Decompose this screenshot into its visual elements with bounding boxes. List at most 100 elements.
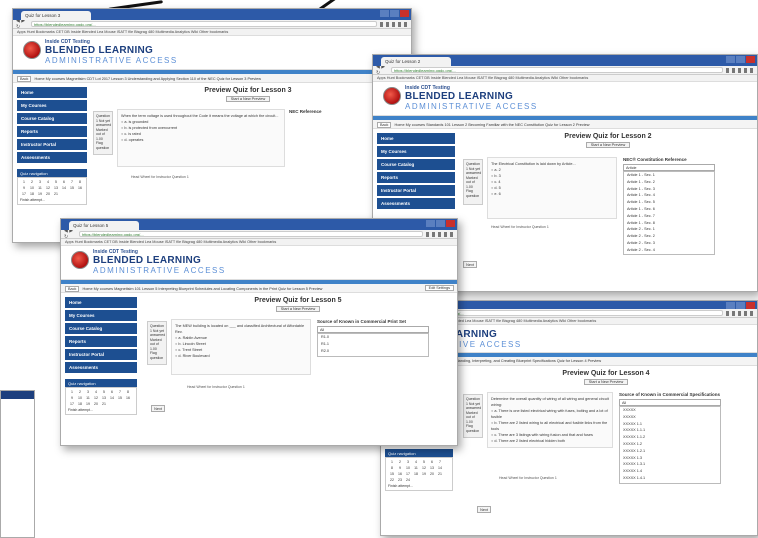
question-info: Question 1 Not yet answered Marked out o…: [463, 159, 483, 205]
finish-attempt-link[interactable]: Finish attempt...: [388, 484, 450, 488]
quiz-nav-header: Quiz navigation: [65, 379, 137, 387]
sidebar-item-course-catalog[interactable]: Course Catalog: [377, 159, 455, 170]
reference-panel: NEC Reference: [289, 109, 369, 114]
close-icon[interactable]: [746, 56, 755, 63]
reference-select[interactable]: All: [619, 399, 721, 406]
maximize-icon[interactable]: [736, 56, 745, 63]
reference-panel: NEC® Constitution Reference Article Arti…: [623, 157, 715, 255]
main-content: Preview Quiz for Lesson 3 Start a New Pr…: [93, 87, 403, 102]
next-button[interactable]: Next: [151, 405, 165, 412]
next-button[interactable]: Next: [477, 506, 491, 513]
reference-select[interactable]: Article: [623, 164, 715, 171]
maximize-icon[interactable]: [736, 302, 745, 309]
answer-option[interactable]: ○ d. River Boulevard: [175, 353, 307, 359]
close-icon[interactable]: [446, 220, 455, 227]
answer-option[interactable]: ○ e. 6: [491, 191, 613, 197]
start-preview-button[interactable]: Start a New Preview: [276, 306, 320, 312]
sidebar-item-assessments[interactable]: Assessments: [65, 362, 137, 373]
address-bar[interactable]: https://blendedlearning.ogdc.org/...: [391, 67, 723, 73]
browser-window-lesson-3: Quiz for Lesson 3 ◀ ▶ ↻ https://blendedle…: [12, 8, 412, 243]
sidebar-item-course-catalog[interactable]: Course Catalog: [17, 113, 87, 124]
browser-tab[interactable]: Quiz for Lesson 5: [69, 221, 139, 230]
address-bar[interactable]: https://blendedlearning.ogdc.org/...: [79, 231, 423, 237]
question-nav[interactable]: Head Wheel for Instructor Question 1: [491, 225, 551, 230]
question-box: The MEW building is located on ___ and c…: [171, 319, 311, 375]
site-banner: Inside CDT Testing BLENDED LEARNING ADMI…: [13, 36, 411, 70]
question-nav[interactable]: Head Wheel for Instructor Question 1: [131, 175, 191, 180]
quiz-nav-grid[interactable]: 1 2 3 4 5 6 78 9 10 11 12 13 1415 16 17 18 19 20 2122 23 24 …: [385, 457, 453, 491]
extensions-icons[interactable]: [380, 21, 408, 27]
maximize-icon[interactable]: [390, 10, 399, 17]
reference-list[interactable]: XXXXX XXXXX XXXXX 1.1 XXXXX 1.1.1 XXXXX 1.1.…: [619, 406, 721, 484]
sidebar-item-home[interactable]: Home: [65, 297, 137, 308]
browser-tab[interactable]: Quiz for Lesson 3: [21, 11, 91, 20]
breadcrumb[interactable]: Back Home My courses Standards 101 Lesson…: [373, 120, 757, 129]
minimize-icon[interactable]: [726, 302, 735, 309]
logo-icon: [23, 41, 41, 59]
question-nav[interactable]: Head Wheel for Instructor Question 1: [499, 476, 559, 481]
sidebar-item-home[interactable]: Home: [17, 87, 87, 98]
sidebar-item-instructor-portal[interactable]: Instructor Portal: [377, 185, 455, 196]
page-title: Preview Quiz for Lesson 5: [254, 297, 342, 304]
reference-list[interactable]: R1.0 R1.1 R2.0: [317, 333, 429, 357]
reference-panel: Source of Known in Commercial Specificat…: [619, 392, 721, 484]
sidebar-item-instructor-portal[interactable]: Instructor Portal: [65, 349, 137, 360]
close-icon[interactable]: [400, 10, 409, 17]
question-text: Determine the overall quantity of wiring…: [491, 397, 609, 407]
bookmarks-bar[interactable]: Apps Hunt Bookmarks CET DB Inside Blende…: [13, 29, 411, 36]
sidebar-item-reports[interactable]: Reports: [377, 172, 455, 183]
answer-option[interactable]: ○ d. operates: [121, 137, 281, 143]
answer-option[interactable]: ○ d. There are 2 listed electrical hidde…: [491, 438, 609, 444]
back-button[interactable]: Back: [377, 122, 392, 128]
sidebar-item-assessments[interactable]: Assessments: [377, 198, 455, 209]
brand-title: BLENDED LEARNING: [45, 45, 154, 56]
back-button[interactable]: Back: [65, 286, 80, 292]
sidebar-item-course-catalog[interactable]: Course Catalog: [65, 323, 137, 334]
extensions-icons[interactable]: [426, 231, 454, 237]
site-banner: Inside CDT Testing BLENDED LEARNING ADMI…: [61, 246, 457, 280]
brand-title: BLENDED LEARNING: [93, 255, 202, 266]
reference-select[interactable]: All: [317, 326, 429, 333]
sidebar-item-assessments[interactable]: Assessments: [17, 152, 87, 163]
answer-option[interactable]: ○ a. There is one listed electrical wiri…: [491, 408, 609, 420]
maximize-icon[interactable]: [436, 220, 445, 227]
breadcrumb[interactable]: Back Home My courses Magnetisim CDT Lot 2…: [13, 74, 411, 83]
sidebar-item-instructor-portal[interactable]: Instructor Portal: [17, 139, 87, 150]
sidebar-item-reports[interactable]: Reports: [17, 126, 87, 137]
reference-title: NEC® Constitution Reference: [623, 157, 687, 162]
brand-tagline: ADMINISTRATIVE ACCESS: [45, 56, 178, 65]
back-button[interactable]: Back: [17, 76, 32, 82]
reference-list[interactable]: Article 1 - Sec. 1 Article 1 - Sec. 2 Arti…: [623, 171, 715, 255]
quiz-nav-grid[interactable]: 1 2 3 4 5 6 7 89 10 11 12 13 14 15 1617 18 19 20 21 Finish…: [65, 387, 137, 415]
breadcrumb[interactable]: Back Home My courses Magnetisim 101 Lesso…: [61, 284, 457, 293]
question-info: Question 1 Not yet answered Marked out o…: [147, 321, 167, 365]
sidebar-item-my-courses[interactable]: My Courses: [65, 310, 137, 321]
edit-settings-button[interactable]: Edit Settings: [424, 285, 454, 291]
sidebar-item-home[interactable]: Home: [377, 133, 455, 144]
minimize-icon[interactable]: [726, 56, 735, 63]
logo-icon: [383, 87, 401, 105]
bookmarks-bar[interactable]: Apps Hunt Bookmarks CET DB Inside Blende…: [373, 75, 757, 82]
minimize-icon[interactable]: [380, 10, 389, 17]
question-nav[interactable]: Head Wheel for Instructor Question 1: [187, 385, 247, 390]
quiz-nav-grid[interactable]: 1 2 3 4 5 6 7 89 10 11 12 13 14 15 1617 18 19 20 21 Finish…: [17, 177, 87, 205]
browser-tab[interactable]: Quiz for Lesson 2: [381, 57, 451, 66]
finish-attempt-link[interactable]: Finish attempt...: [20, 198, 84, 202]
next-button[interactable]: Next: [463, 261, 477, 268]
extensions-icons[interactable]: [726, 67, 754, 73]
bookmarks-bar[interactable]: Apps Hunt Bookmarks CET DB Inside Blende…: [61, 239, 457, 246]
minimize-icon[interactable]: [426, 220, 435, 227]
sidebar-item-my-courses[interactable]: My Courses: [17, 100, 87, 111]
start-preview-button[interactable]: Start a New Preview: [586, 142, 630, 148]
extensions-icons[interactable]: [726, 310, 754, 316]
quiz-nav-header: Quiz navigation: [385, 449, 453, 457]
finish-attempt-link[interactable]: Finish attempt...: [68, 408, 134, 412]
start-preview-button[interactable]: Start a New Preview: [226, 96, 270, 102]
close-icon[interactable]: [746, 302, 755, 309]
question-box: The Electrical Constitution is laid down…: [487, 157, 617, 219]
answer-option[interactable]: ○ b. There are 2 listed wiring to all el…: [491, 420, 609, 432]
start-preview-button[interactable]: Start a New Preview: [584, 379, 628, 385]
sidebar-item-reports[interactable]: Reports: [65, 336, 137, 347]
sidebar-item-my-courses[interactable]: My Courses: [377, 146, 455, 157]
address-bar[interactable]: https://blendedlearning.ogdc.org/...: [31, 21, 377, 27]
